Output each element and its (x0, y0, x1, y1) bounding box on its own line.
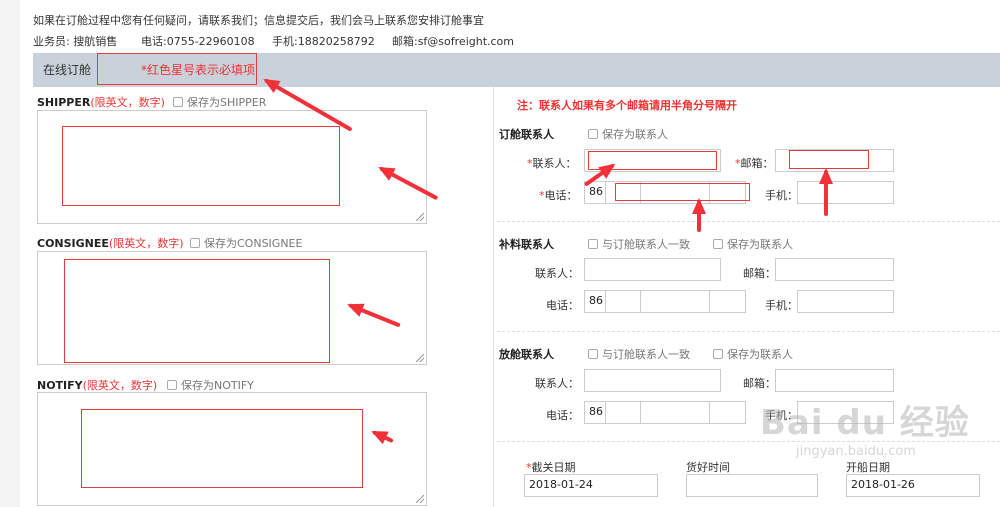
release-phone-label: 电话： (546, 409, 579, 422)
save-notify-checkbox[interactable]: 保存为NOTIFY (167, 377, 254, 393)
supplement-country-code[interactable]: 86 (584, 290, 606, 313)
supplement-email-input[interactable] (775, 258, 894, 281)
checkbox-icon[interactable] (588, 349, 598, 359)
email-text: 邮箱:sf@sofreight.com (392, 35, 515, 48)
save-supplement-contact-checkbox[interactable]: 保存为联系人 (713, 236, 793, 252)
sailing-date-label: 开船日期 (846, 461, 890, 474)
baidu-watermark: Bai du 经验 jingyan.baidu.com (760, 395, 970, 459)
checkbox-icon[interactable] (588, 129, 598, 139)
section-divider (497, 331, 1000, 332)
supplement-same-checkbox[interactable]: 与订舱联系人一致 (588, 236, 690, 252)
checkbox-icon[interactable] (588, 239, 598, 249)
mobile-text: 手机:18820258792 (272, 35, 375, 48)
release-phone-input[interactable] (640, 401, 710, 424)
release-same-checkbox[interactable]: 与订舱联系人一致 (588, 346, 690, 362)
section-divider (497, 221, 1000, 222)
save-consignee-checkbox[interactable]: 保存为CONSIGNEE (190, 235, 302, 251)
checkbox-icon[interactable] (190, 238, 200, 248)
highlight-box-notify (81, 409, 363, 488)
save-booking-contact-checkbox[interactable]: 保存为联系人 (588, 126, 668, 142)
shipper-label: SHIPPER(限英文，数字) (37, 96, 165, 109)
supplement-ext-input[interactable] (709, 290, 746, 313)
column-divider (493, 87, 494, 507)
resize-grip-icon[interactable] (416, 354, 424, 362)
watermark-url: jingyan.baidu.com (796, 444, 916, 459)
highlight-box-booking-email (789, 150, 869, 169)
release-contact-title: 放舱联系人 (499, 348, 554, 361)
consignee-label: CONSIGNEE(限英文，数字) (37, 237, 184, 250)
supplement-phone-input[interactable] (640, 290, 710, 313)
supplement-mobile-label: 手机： (765, 299, 798, 312)
release-area-code-input[interactable] (605, 401, 641, 424)
supplement-area-code-input[interactable] (605, 290, 641, 313)
save-shipper-checkbox[interactable]: 保存为SHIPPER (173, 94, 266, 110)
highlight-box-consignee (64, 259, 330, 363)
page-title: 在线订舱 (43, 63, 92, 77)
highlight-box-shipper (62, 126, 340, 206)
notice-text: 如果在订舱过程中您有任何疑问，请联系我们；信息提交后，我们会马上联系您安排订舱事… (33, 14, 484, 27)
release-ext-input[interactable] (709, 401, 746, 424)
notify-label: NOTIFY(限英文，数字) (37, 379, 158, 392)
supplement-phone-label: 电话： (546, 299, 579, 312)
left-gutter (0, 0, 20, 507)
supplement-name-input[interactable] (584, 258, 721, 281)
booking-mobile-input[interactable] (797, 181, 894, 204)
checkbox-icon[interactable] (173, 97, 183, 107)
highlight-box-hint (97, 53, 257, 85)
save-release-contact-checkbox[interactable]: 保存为联系人 (713, 346, 793, 362)
booking-phone-label: *电话： (539, 189, 578, 202)
release-email-label: 邮箱： (743, 377, 776, 390)
checkbox-icon[interactable] (713, 349, 723, 359)
checkbox-icon[interactable] (713, 239, 723, 249)
cutoff-date-input[interactable]: 2018-01-24 (524, 474, 658, 497)
release-email-input[interactable] (775, 369, 894, 392)
release-name-label: 联系人： (535, 377, 579, 390)
resize-grip-icon[interactable] (416, 495, 424, 503)
checkbox-icon[interactable] (167, 380, 177, 390)
booking-contact-title: 订舱联系人 (499, 128, 554, 141)
resize-grip-icon[interactable] (416, 213, 424, 221)
booking-mobile-label: 手机： (765, 189, 798, 202)
supplement-mobile-input[interactable] (797, 290, 894, 313)
salesperson-text: 业务员: 搜航销售 (33, 35, 118, 48)
cargo-ready-input[interactable] (686, 474, 818, 497)
sailing-date-input[interactable]: 2018-01-26 (846, 474, 980, 497)
booking-name-label: *联系人： (527, 157, 577, 170)
release-country-code[interactable]: 86 (584, 401, 606, 424)
supplement-name-label: 联系人： (535, 267, 579, 280)
watermark-logo: Bai du 经验 (760, 403, 970, 443)
cutoff-date-label: *截关日期 (526, 461, 576, 474)
multi-email-note: 注：联系人如果有多个邮箱请用半角分号隔开 (517, 99, 737, 112)
highlight-box-booking-phone (615, 183, 750, 201)
release-name-input[interactable] (584, 369, 721, 392)
phone-text: 电话:0755-22960108 (141, 35, 255, 48)
supplement-contact-title: 补料联系人 (499, 238, 554, 251)
supplement-email-label: 邮箱： (743, 267, 776, 280)
cargo-ready-label: 货好时间 (686, 461, 730, 474)
booking-email-label: *邮箱： (735, 157, 774, 170)
